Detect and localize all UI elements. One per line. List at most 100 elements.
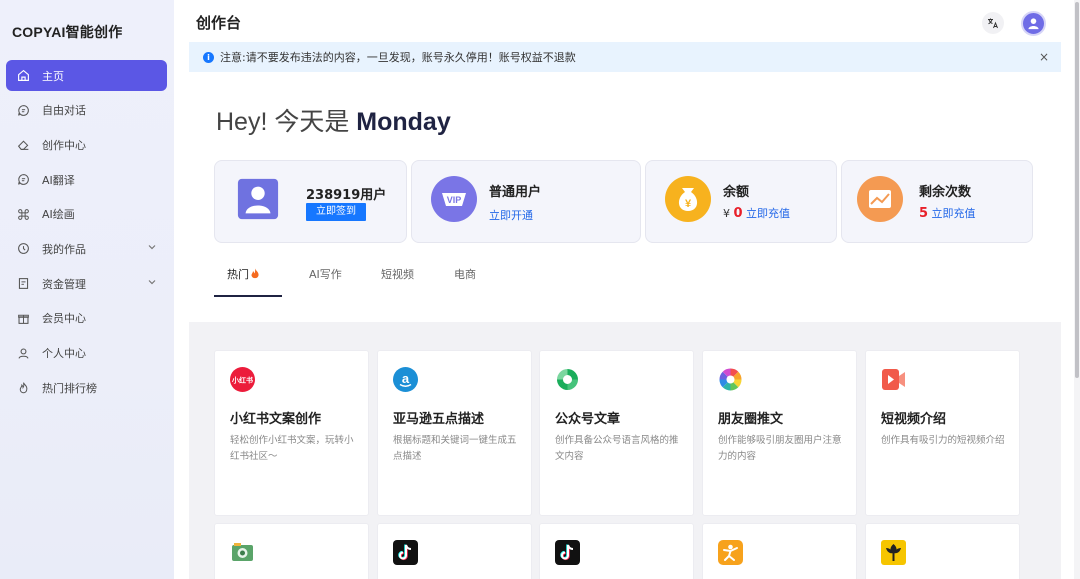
sidebar-item-funds[interactable]: 资金管理 — [6, 268, 167, 299]
sidebar-item-personal-center[interactable]: 个人中心 — [6, 338, 167, 369]
tab-ecommerce[interactable]: 电商 — [454, 266, 476, 282]
runner-icon — [718, 540, 743, 565]
stat-card-user: 238919用户 立即签到 — [214, 160, 407, 243]
greeting-prefix: Hey! 今天是 — [216, 108, 357, 136]
info-icon: i — [203, 51, 214, 63]
camera-money-icon — [232, 543, 253, 561]
sidebar-item-label: 创作中心 — [42, 138, 86, 152]
eraser-icon — [16, 138, 30, 152]
card-title: 小红书文案创作 — [230, 412, 322, 427]
card-desc: 创作具备公众号语言风格的推文内容 — [555, 435, 679, 462]
sign-in-button[interactable]: 立即签到 — [306, 203, 366, 221]
flower-icon — [881, 540, 906, 565]
sidebar-item-label: AI翻译 — [42, 173, 75, 187]
tab-label: 热门 — [227, 268, 249, 281]
tab-short-video[interactable]: 短视频 — [381, 266, 414, 282]
remaining-amount: 5 — [919, 206, 929, 221]
template-card-short-video[interactable]: 短视频介绍 创作具有吸引力的短视频介绍 — [865, 350, 1020, 516]
close-icon[interactable]: × — [1039, 50, 1049, 64]
template-card-wechat-article[interactable]: 公众号文章 创作具备公众号语言风格的推文内容 — [539, 350, 694, 516]
sidebar-item-free-chat[interactable]: 自由对话 — [6, 95, 167, 126]
sidebar-item-home[interactable]: 主页 — [6, 60, 167, 91]
tiktok-icon — [555, 540, 580, 565]
user-count: 238919用户 — [306, 188, 387, 203]
card-desc: 根据标题和关键词一键生成五点描述 — [393, 435, 517, 462]
recharge-link[interactable]: 立即充值 — [746, 207, 790, 220]
tiktok-icon — [393, 540, 418, 565]
chat-icon — [16, 103, 30, 117]
sidebar-item-my-works[interactable]: 我的作品 — [6, 233, 167, 264]
chart-card-icon — [857, 176, 903, 222]
activate-link[interactable]: 立即开通 — [489, 207, 533, 223]
money-bag-icon: ¥ — [665, 176, 711, 222]
greeting: Hey! 今天是 Monday — [216, 102, 451, 138]
chevron-down-icon — [148, 280, 156, 285]
sidebar-item-member-center[interactable]: 会员中心 — [6, 303, 167, 334]
vip-icon: VIP — [431, 176, 477, 222]
template-card[interactable] — [702, 523, 857, 579]
command-icon — [16, 207, 30, 221]
chevron-down-icon — [148, 245, 156, 250]
card-desc: 轻松创作小红书文案，玩转小红书社区～ — [230, 435, 354, 462]
stat-card-balance: ¥ 余额 ¥ 0 立即充值 — [645, 160, 837, 243]
card-desc: 创作具有吸引力的短视频介绍 — [881, 435, 1005, 446]
sidebar-item-hot-ranking[interactable]: 热门排行榜 — [6, 372, 167, 403]
translate-icon — [988, 18, 998, 29]
sidebar-item-creation-center[interactable]: 创作中心 — [6, 129, 167, 160]
top-bar: 创作台 — [174, 0, 1080, 42]
fire-icon — [251, 268, 259, 279]
plan-title: 普通用户 — [489, 185, 542, 200]
notice-text: 注意:请不要发布违法的内容，一旦发现，账号永久停用！账号权益不退款 — [220, 51, 576, 64]
sidebar-item-label: 自由对话 — [42, 104, 86, 118]
template-card-amazon[interactable]: a 亚马逊五点描述 根据标题和关键词一键生成五点描述 — [377, 350, 532, 516]
sidebar: COPYAI智能创作 主页 自由对话 创作中心 AI翻译 AI绘画 我的作品 资… — [0, 0, 174, 579]
template-card[interactable] — [214, 523, 369, 579]
sidebar-item-label: 资金管理 — [42, 277, 86, 291]
stat-card-remaining: 剩余次数 5 立即充值 — [841, 160, 1033, 243]
sidebar-item-label: AI绘画 — [42, 208, 75, 222]
tab-ai-writing[interactable]: AI写作 — [309, 266, 342, 282]
template-card[interactable] — [539, 523, 694, 579]
template-card[interactable] — [865, 523, 1020, 579]
brand-logo: COPYAI智能创作 — [12, 24, 123, 40]
sidebar-item-label: 个人中心 — [42, 347, 86, 360]
template-card-moments[interactable]: 朋友圈推文 创作能够吸引朋友圈用户注意力的内容 — [702, 350, 857, 516]
remaining-title: 剩余次数 — [919, 185, 972, 200]
card-title: 短视频介绍 — [881, 412, 947, 427]
card-desc: 创作能够吸引朋友圈用户注意力的内容 — [718, 435, 842, 462]
sidebar-item-label: 我的作品 — [42, 242, 86, 256]
remaining-line: 5 立即充值 — [919, 205, 976, 221]
template-card-xiaohongshu[interactable]: 小红书 小红书文案创作 轻松创作小红书文案，玩转小红书社区～ — [214, 350, 369, 516]
translate-button[interactable] — [982, 12, 1004, 34]
balance-title: 余额 — [723, 185, 750, 200]
sidebar-item-ai-translate[interactable]: AI翻译 — [6, 164, 167, 195]
card-title: 朋友圈推文 — [718, 412, 784, 427]
history-icon — [16, 242, 30, 256]
xiaohongshu-icon: 小红书 — [230, 367, 255, 392]
currency-symbol: ¥ — [723, 207, 730, 220]
active-tab-indicator — [214, 295, 282, 297]
balance-line: ¥ 0 立即充值 — [723, 205, 790, 221]
notice-banner: i 注意:请不要发布违法的内容，一旦发现，账号永久停用！账号权益不退款 × — [189, 42, 1061, 72]
moments-icon — [719, 368, 742, 391]
amazon-icon: a — [393, 367, 418, 392]
sidebar-item-label: 热门排行榜 — [42, 381, 97, 395]
page-title: 创作台 — [196, 14, 242, 32]
avatar[interactable] — [1021, 11, 1046, 36]
template-card[interactable] — [377, 523, 532, 579]
tab-hot[interactable]: 热门 — [227, 266, 260, 282]
wechat-official-icon — [557, 369, 578, 390]
chat-icon — [16, 173, 30, 187]
stat-card-plan: VIP 普通用户 立即开通 — [411, 160, 641, 243]
xiaohongshu-icon-text: 小红书 — [231, 376, 253, 385]
sidebar-item-ai-paint[interactable]: AI绘画 — [6, 199, 167, 230]
svg-text:a: a — [402, 371, 410, 386]
sidebar-item-label: 会员中心 — [42, 312, 86, 326]
card-title: 公众号文章 — [555, 412, 621, 427]
recharge-link[interactable]: 立即充值 — [932, 207, 976, 220]
page-scrollbar[interactable] — [1074, 0, 1080, 579]
receipt-icon — [16, 277, 30, 291]
scrollbar-thumb[interactable] — [1075, 2, 1079, 378]
svg-text:VIP: VIP — [447, 195, 462, 205]
video-icon — [882, 369, 905, 390]
